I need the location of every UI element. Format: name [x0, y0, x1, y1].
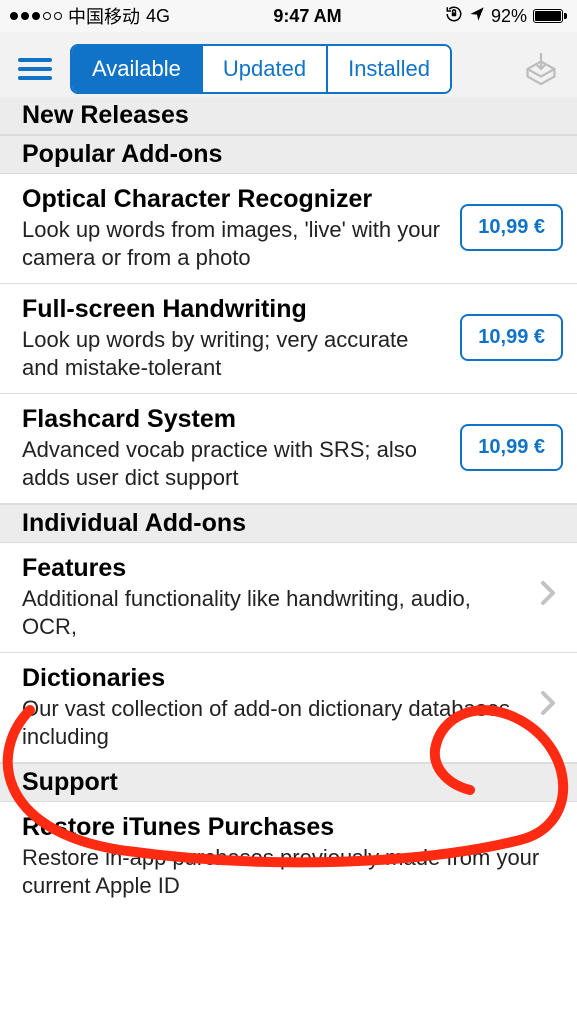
- status-right: 92%: [445, 5, 567, 28]
- row-desc: Advanced vocab practice with SRS; also a…: [22, 436, 446, 491]
- price-button[interactable]: 10,99 €: [460, 314, 563, 361]
- row-dictionaries[interactable]: Dictionaries Our vast collection of add-…: [0, 653, 577, 763]
- network-label: 4G: [146, 6, 170, 27]
- row-main: Features Additional functionality like h…: [22, 553, 525, 640]
- row-features[interactable]: Features Additional functionality like h…: [0, 543, 577, 653]
- tab-available[interactable]: Available: [72, 46, 203, 92]
- tab-installed[interactable]: Installed: [328, 46, 450, 92]
- section-new-releases: New Releases: [0, 97, 577, 135]
- addon-list: New Releases Popular Add-ons Optical Cha…: [0, 97, 577, 911]
- chevron-right-icon: [539, 689, 563, 724]
- row-title: Restore iTunes Purchases: [22, 812, 563, 842]
- row-desc: Look up words by writing; very accurate …: [22, 326, 446, 381]
- section-popular: Popular Add-ons: [0, 135, 577, 174]
- row-main: Restore iTunes Purchases Restore in-app …: [22, 812, 563, 899]
- row-title: Dictionaries: [22, 663, 525, 693]
- battery-percent: 92%: [491, 6, 527, 27]
- row-desc: Look up words from images, 'live' with y…: [22, 216, 446, 271]
- signal-strength-icon: [10, 12, 62, 20]
- battery-icon: [533, 9, 567, 23]
- download-icon[interactable]: [523, 51, 559, 87]
- chevron-right-icon: [539, 579, 563, 614]
- price-button[interactable]: 10,99 €: [460, 424, 563, 471]
- row-main: Full-screen Handwriting Look up words by…: [22, 294, 446, 381]
- location-icon: [469, 6, 485, 27]
- row-main: Flashcard System Advanced vocab practice…: [22, 404, 446, 491]
- row-title: Full-screen Handwriting: [22, 294, 446, 324]
- section-individual: Individual Add-ons: [0, 504, 577, 543]
- menu-icon[interactable]: [18, 58, 52, 80]
- row-main: Dictionaries Our vast collection of add-…: [22, 663, 525, 750]
- row-title: Optical Character Recognizer: [22, 184, 446, 214]
- row-restore[interactable]: Restore iTunes Purchases Restore in-app …: [0, 802, 577, 911]
- status-left: 中国移动 4G: [10, 3, 170, 29]
- row-desc: Restore in-app purchases previously made…: [22, 844, 563, 899]
- row-flashcards[interactable]: Flashcard System Advanced vocab practice…: [0, 394, 577, 504]
- segmented-control: Available Updated Installed: [70, 44, 452, 94]
- price-button[interactable]: 10,99 €: [460, 204, 563, 251]
- clock: 9:47 AM: [273, 6, 341, 27]
- carrier-label: 中国移动: [68, 3, 140, 29]
- section-support: Support: [0, 763, 577, 802]
- status-bar: 中国移动 4G 9:47 AM 92%: [0, 0, 577, 32]
- tab-updated[interactable]: Updated: [203, 46, 328, 92]
- orientation-lock-icon: [445, 5, 463, 28]
- row-main: Optical Character Recognizer Look up wor…: [22, 184, 446, 271]
- row-desc: Additional functionality like handwritin…: [22, 585, 525, 640]
- row-handwriting[interactable]: Full-screen Handwriting Look up words by…: [0, 284, 577, 394]
- row-title: Flashcard System: [22, 404, 446, 434]
- row-desc: Our vast collection of add-on dictionary…: [22, 695, 525, 750]
- row-title: Features: [22, 553, 525, 583]
- row-ocr[interactable]: Optical Character Recognizer Look up wor…: [0, 174, 577, 284]
